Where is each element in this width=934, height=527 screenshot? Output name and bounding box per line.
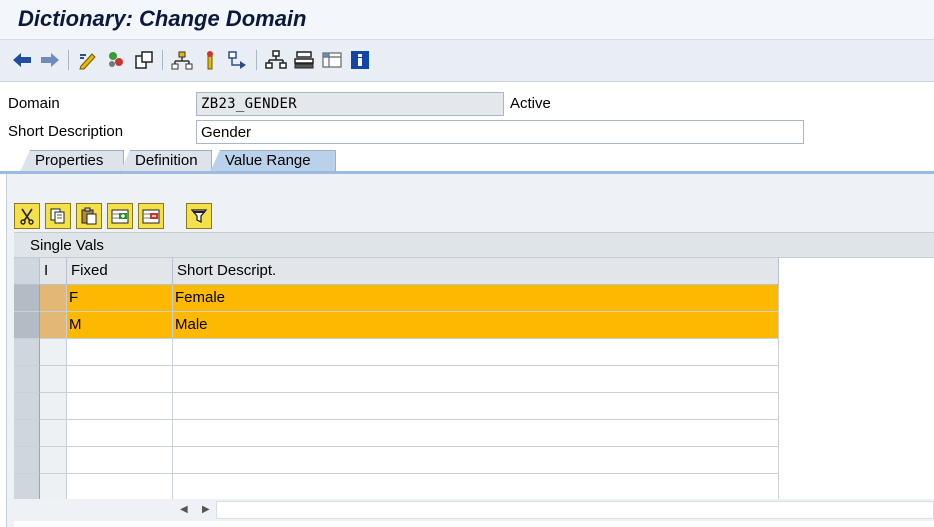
table-display-icon[interactable] — [320, 48, 344, 72]
table-row-empty[interactable] — [14, 474, 794, 501]
column-header-fixed[interactable]: Fixed — [67, 258, 173, 285]
fixed-value-cell[interactable] — [67, 366, 173, 393]
short-description-cell[interactable] — [173, 474, 779, 501]
tab-definition-label: Definition — [135, 152, 198, 169]
short-description-cell[interactable] — [173, 339, 779, 366]
tab-properties[interactable]: Properties — [20, 150, 124, 172]
scroll-left-icon[interactable]: ◀ — [180, 504, 188, 515]
table-row[interactable]: M Male — [14, 312, 794, 339]
toolbar-separator — [162, 50, 163, 70]
short-description-cell[interactable] — [173, 420, 779, 447]
layout-icon[interactable] — [292, 48, 316, 72]
column-headers: I Fixed Short Descript. — [14, 258, 794, 285]
short-description-label: Short Description — [8, 123, 124, 140]
domain-field[interactable]: ZB23_GENDER — [196, 92, 504, 116]
table-row-empty[interactable] — [14, 393, 794, 420]
indicator-cell[interactable] — [40, 420, 67, 447]
table-row[interactable]: F Female — [14, 285, 794, 312]
insert-row-icon[interactable] — [107, 203, 133, 229]
table-row-empty[interactable] — [14, 447, 794, 474]
table-row-empty[interactable] — [14, 420, 794, 447]
short-description-cell[interactable] — [173, 393, 779, 420]
tab-properties-label: Properties — [35, 152, 104, 169]
activate-icon[interactable] — [104, 48, 128, 72]
horizontal-scrollbar[interactable]: ◀ ▶ — [14, 499, 934, 521]
cut-icon[interactable] — [14, 203, 40, 229]
display-object-list-icon[interactable] — [198, 48, 222, 72]
table-row-empty[interactable] — [14, 339, 794, 366]
indicator-cell[interactable] — [40, 312, 67, 339]
scroll-track[interactable] — [216, 501, 934, 519]
row-selector[interactable] — [14, 366, 40, 393]
select-all-corner[interactable] — [14, 258, 40, 285]
fixed-value-cell[interactable] — [67, 339, 173, 366]
app-toolbar — [0, 40, 934, 82]
table-section-header: Single Vals — [14, 232, 934, 258]
domain-label: Domain — [8, 95, 60, 112]
row-selector[interactable] — [14, 312, 40, 339]
indicator-cell[interactable] — [40, 339, 67, 366]
title-bar: Dictionary: Change Domain — [0, 0, 934, 40]
delete-row-icon[interactable] — [138, 203, 164, 229]
row-selector[interactable] — [14, 339, 40, 366]
indicator-cell[interactable] — [40, 366, 67, 393]
table-row-empty[interactable] — [14, 366, 794, 393]
tab-value-range[interactable]: Value Range — [210, 150, 336, 172]
tab-value-range-label: Value Range — [225, 152, 311, 169]
short-description-cell[interactable]: Female — [173, 285, 779, 312]
section-title: Single Vals — [30, 237, 104, 254]
fixed-value-cell[interactable] — [67, 447, 173, 474]
info-icon[interactable] — [348, 48, 372, 72]
toolbar-separator — [68, 50, 69, 70]
tab-definition[interactable]: Definition — [120, 150, 212, 172]
scroll-right-icon[interactable]: ▶ — [202, 504, 210, 515]
column-header-short-descript[interactable]: Short Descript. — [173, 258, 779, 285]
window-title: Dictionary: Change Domain — [18, 6, 307, 31]
indicator-cell[interactable] — [40, 285, 67, 312]
short-description-cell[interactable] — [173, 447, 779, 474]
indicator-cell[interactable] — [40, 474, 67, 501]
row-selector[interactable] — [14, 474, 40, 501]
fixed-value-cell[interactable]: F — [67, 285, 173, 312]
short-description-cell[interactable]: Male — [173, 312, 779, 339]
edit-pencil-icon[interactable] — [76, 48, 100, 72]
column-header-i[interactable]: I — [40, 258, 67, 285]
values-table: Single Vals I Fixed Short Descript. F Fe… — [14, 232, 934, 527]
status-text: Active — [510, 95, 551, 112]
row-selector[interactable] — [14, 285, 40, 312]
where-used-icon[interactable] — [170, 48, 194, 72]
indicator-cell[interactable] — [40, 393, 67, 420]
fixed-value-cell[interactable] — [67, 474, 173, 501]
fixed-value-cell[interactable]: M — [67, 312, 173, 339]
toolbar-separator — [256, 50, 257, 70]
hierarchy-2-icon[interactable] — [264, 48, 288, 72]
forward-arrow-icon[interactable] — [38, 48, 62, 72]
filter-icon[interactable] — [186, 203, 212, 229]
indicator-cell[interactable] — [40, 447, 67, 474]
short-description-cell[interactable] — [173, 366, 779, 393]
paste-icon[interactable] — [76, 203, 102, 229]
row-selector[interactable] — [14, 393, 40, 420]
row-selector[interactable] — [14, 420, 40, 447]
fixed-value-cell[interactable] — [67, 420, 173, 447]
hierarchy-icon[interactable] — [226, 48, 250, 72]
row-selector[interactable] — [14, 447, 40, 474]
copy-icon[interactable] — [45, 203, 71, 229]
other-object-icon[interactable] — [132, 48, 156, 72]
short-description-field[interactable]: Gender — [196, 120, 804, 144]
fixed-value-cell[interactable] — [67, 393, 173, 420]
back-arrow-icon[interactable] — [10, 48, 34, 72]
